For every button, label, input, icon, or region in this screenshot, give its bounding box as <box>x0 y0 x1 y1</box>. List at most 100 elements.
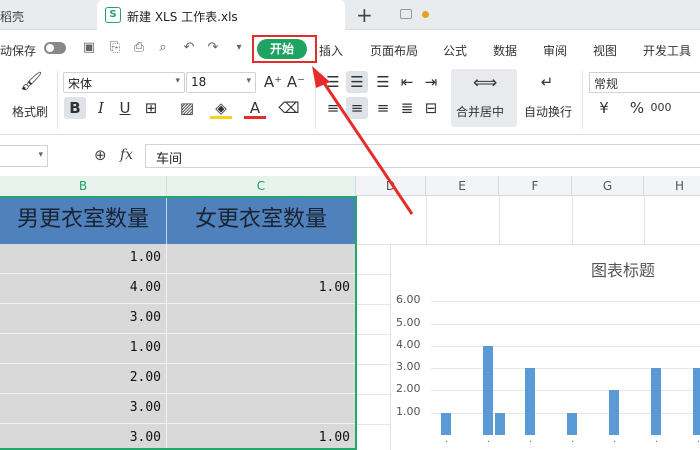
font-name-value: 宋体 <box>68 77 93 91</box>
fill-color-icon[interactable]: ◈ <box>210 97 232 119</box>
align-top-icon[interactable]: ☰ <box>322 71 344 93</box>
align-center-icon[interactable]: ≡ <box>346 97 368 119</box>
align-bottom-icon[interactable]: ☰ <box>372 71 394 93</box>
table-cell[interactable] <box>167 334 356 364</box>
clear-format-icon[interactable]: ⌫ <box>278 97 300 119</box>
table-cell[interactable]: 2.00 <box>0 364 167 394</box>
italic-button[interactable]: I <box>90 97 112 119</box>
customize-chevron-icon[interactable]: ▾ <box>232 41 246 55</box>
align-left-icon[interactable]: ≡ <box>322 97 344 119</box>
zoom-icon[interactable]: ⊕ <box>94 146 107 164</box>
export-icon[interactable]: ⎘ <box>108 41 122 55</box>
table-cell[interactable] <box>167 244 356 274</box>
percent-button[interactable]: % <box>626 97 648 119</box>
table-cell[interactable]: 3.00 <box>0 394 167 424</box>
chart-bar[interactable] <box>495 412 505 435</box>
undo-icon[interactable]: ↶ <box>182 41 196 55</box>
chart-bar[interactable] <box>693 368 700 435</box>
table-cell[interactable] <box>167 394 356 424</box>
table-cell[interactable]: 1.00 <box>0 244 167 274</box>
column-header-g[interactable]: G <box>572 176 644 196</box>
table-cell[interactable] <box>167 364 356 394</box>
header-cell-male[interactable]: 男更衣室数量 <box>0 196 167 244</box>
bold-button[interactable]: B <box>64 97 86 119</box>
chart-bar[interactable] <box>651 368 661 435</box>
redo-icon[interactable]: ↷ <box>206 41 220 55</box>
y-tick-label: 5.00 <box>396 315 421 329</box>
menu-bar: 自动保存 ▣ ⎘ ⎙ ⌕ ↶ ↷ ▾ 开始 插入 页面布局 公式 数据 审阅 视… <box>0 31 700 67</box>
chevron-down-icon: ▾ <box>38 150 43 160</box>
merge-cells-icon: ⟺ <box>473 73 498 93</box>
distribute-icon[interactable]: ⊟ <box>420 97 442 119</box>
autosave-toggle[interactable] <box>44 42 66 54</box>
font-shrink-button[interactable]: A⁻ <box>285 71 307 93</box>
table-cell[interactable] <box>167 304 356 334</box>
monitor-icon[interactable] <box>400 9 412 19</box>
chart-bar[interactable] <box>609 390 619 435</box>
decrease-indent-icon[interactable]: ⇤ <box>396 71 418 93</box>
format-painter-icon[interactable]: 🖌 <box>20 71 43 93</box>
header-cell-female[interactable]: 女更衣室数量 <box>167 196 356 244</box>
column-header-f[interactable]: F <box>499 176 572 196</box>
number-format-select[interactable]: 常规 <box>589 72 700 93</box>
currency-button[interactable]: ¥ <box>593 97 615 119</box>
chart-title[interactable]: 图表标题 <box>591 257 655 281</box>
table-cell[interactable]: 1.00 <box>167 274 356 304</box>
tab-formulas[interactable]: 公式 <box>443 42 467 59</box>
wrap-text-icon[interactable]: ↵ <box>536 71 558 93</box>
wrap-text-label[interactable]: 自动换行 <box>524 103 572 120</box>
increase-indent-icon[interactable]: ⇥ <box>420 71 442 93</box>
tab-developer[interactable]: 开发工具 <box>643 42 691 59</box>
chart-bar[interactable] <box>567 412 577 435</box>
underline-button[interactable]: U <box>114 97 136 119</box>
chart-bar[interactable] <box>441 412 451 435</box>
number-format-value: 常规 <box>594 77 619 91</box>
tab-insert[interactable]: 插入 <box>319 42 343 59</box>
chart-bar[interactable] <box>483 345 493 435</box>
align-right-icon[interactable]: ≡ <box>372 97 394 119</box>
column-header-h[interactable]: H <box>644 176 700 196</box>
gridline <box>644 196 645 244</box>
tab-docer[interactable]: 稻壳 <box>0 0 95 30</box>
bar-chart[interactable]: 图表标题 6.00 5.00 4.00 3.00 2.00 1.00 · · · · · · · <box>390 244 700 450</box>
print-icon[interactable]: ⎙ <box>132 41 146 55</box>
table-cell[interactable]: 1.00 <box>0 334 167 364</box>
table-cell[interactable]: 3.00 <box>0 424 167 450</box>
font-color-button[interactable]: A <box>244 97 266 119</box>
merge-center-button[interactable]: ⟺ 合并居中 <box>451 69 517 127</box>
new-tab-button[interactable]: + <box>356 3 373 27</box>
gridline <box>356 334 390 335</box>
font-grow-button[interactable]: A⁺ <box>262 71 284 93</box>
table-cell[interactable]: 3.00 <box>0 304 167 334</box>
font-size-select[interactable]: 18 ▾ <box>186 72 256 93</box>
gridline <box>356 244 390 245</box>
tab-active-workbook[interactable]: S 新建 XLS 工作表.xls <box>97 0 429 31</box>
tab-label: 稻壳 <box>0 10 25 24</box>
table-cell[interactable]: 1.00 <box>167 424 356 450</box>
column-header-c[interactable]: C <box>167 176 356 196</box>
fill-pattern-icon[interactable]: ▨ <box>176 97 198 119</box>
align-middle-icon[interactable]: ☰ <box>346 71 368 93</box>
tab-page-layout[interactable]: 页面布局 <box>370 42 418 59</box>
formula-input[interactable]: 车间 <box>145 144 700 168</box>
format-painter-label[interactable]: 格式刷 <box>12 103 48 120</box>
name-box[interactable]: ▾ <box>0 145 48 167</box>
column-header-b[interactable]: B <box>0 176 167 196</box>
column-header-e[interactable]: E <box>426 176 499 196</box>
separator <box>315 71 316 129</box>
gridline <box>356 364 390 365</box>
tab-start[interactable]: 开始 <box>257 39 307 59</box>
font-name-select[interactable]: 宋体 ▾ <box>63 72 185 93</box>
function-icon[interactable]: fx <box>120 147 133 163</box>
chart-bar[interactable] <box>525 368 535 435</box>
save-icon[interactable]: ▣ <box>82 41 96 55</box>
tab-view[interactable]: 视图 <box>593 42 617 59</box>
thousands-button[interactable]: 000 <box>650 97 672 119</box>
print-preview-icon[interactable]: ⌕ <box>156 41 170 55</box>
column-header-d[interactable]: D <box>356 176 426 196</box>
tab-review[interactable]: 审阅 <box>543 42 567 59</box>
tab-data[interactable]: 数据 <box>493 42 517 59</box>
table-cell[interactable]: 4.00 <box>0 274 167 304</box>
borders-icon[interactable]: ⊞ <box>140 97 162 119</box>
justify-icon[interactable]: ≣ <box>396 97 418 119</box>
